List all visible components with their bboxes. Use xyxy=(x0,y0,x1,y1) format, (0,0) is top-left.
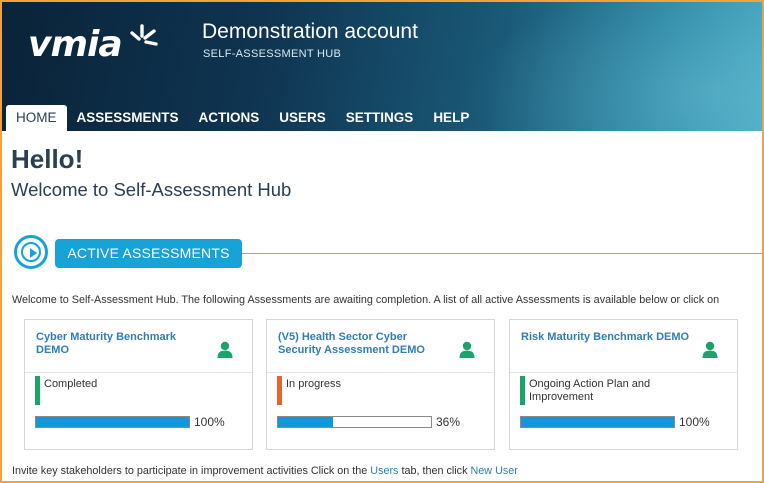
assessment-card: Risk Maturity Benchmark DEMO Ongoing Act… xyxy=(509,319,738,450)
assessment-card: (V5) Health Sector Cyber Security Assess… xyxy=(266,319,495,450)
assessment-title-link[interactable]: (V5) Health Sector Cyber Security Assess… xyxy=(278,331,448,357)
users-link[interactable]: Users xyxy=(370,465,398,477)
play-icon xyxy=(14,235,48,269)
user-icon[interactable] xyxy=(459,341,475,358)
logo-burst-icon xyxy=(130,24,158,46)
card-header: Cyber Maturity Benchmark DEMO xyxy=(25,320,252,373)
status-text: Ongoing Action Plan and Improvement xyxy=(529,378,651,403)
progress-bar xyxy=(35,416,190,428)
progress-percent: 36% xyxy=(436,415,461,429)
app-window: vmia Demonstration account SELF-ASSESSME… xyxy=(0,0,764,483)
tab-actions[interactable]: ACTIONS xyxy=(189,105,270,131)
greeting-heading: Hello! xyxy=(11,144,84,174)
assessment-title-link[interactable]: Cyber Maturity Benchmark DEMO xyxy=(36,331,206,357)
assessment-card: Cyber Maturity Benchmark DEMO Completed … xyxy=(24,319,253,450)
progress-percent: 100% xyxy=(679,415,710,429)
progress-bar xyxy=(520,416,675,428)
assessment-title-link[interactable]: Risk Maturity Benchmark DEMO xyxy=(521,331,691,344)
progress-percent: 100% xyxy=(194,415,225,429)
tab-help[interactable]: HELP xyxy=(423,105,479,131)
user-icon[interactable] xyxy=(217,341,233,358)
progress-fill xyxy=(36,417,189,427)
hub-subtitle: SELF-ASSESSMENT HUB xyxy=(203,48,342,60)
invite-hint-prefix: Invite key stakeholders to participate i… xyxy=(12,465,371,477)
new-user-link[interactable]: New User xyxy=(470,465,517,477)
progress-fill xyxy=(521,417,674,427)
active-assessments-heading: ACTIVE ASSESSMENTS xyxy=(55,239,242,268)
invite-hint-middle: tab, then click xyxy=(398,465,471,477)
status-text: Completed xyxy=(44,378,98,390)
section-divider xyxy=(242,253,762,254)
progress-fill xyxy=(278,417,334,427)
status-text: In progress xyxy=(286,378,342,390)
logo-text: vmia xyxy=(28,24,123,65)
progress-bar xyxy=(277,416,432,428)
user-icon[interactable] xyxy=(702,341,718,358)
vmia-logo[interactable]: vmia xyxy=(28,22,168,72)
status-indicator xyxy=(35,376,40,405)
tab-settings[interactable]: SETTINGS xyxy=(336,105,424,131)
account-name: Demonstration account xyxy=(202,20,418,43)
card-header: (V5) Health Sector Cyber Security Assess… xyxy=(267,320,494,373)
main-nav: HOME ASSESSMENTS ACTIONS USERS SETTINGS … xyxy=(6,105,479,131)
status-indicator xyxy=(277,376,282,405)
tab-home[interactable]: HOME xyxy=(6,105,67,131)
welcome-heading: Welcome to Self-Assessment Hub xyxy=(11,179,292,200)
tab-users[interactable]: USERS xyxy=(269,105,336,131)
card-header: Risk Maturity Benchmark DEMO xyxy=(510,320,737,373)
header-banner: vmia Demonstration account SELF-ASSESSME… xyxy=(2,2,762,131)
invite-hint: Invite key stakeholders to participate i… xyxy=(12,465,518,477)
tab-assessments[interactable]: ASSESSMENTS xyxy=(67,105,189,131)
intro-text: Welcome to Self-Assessment Hub. The foll… xyxy=(12,294,720,306)
status-indicator xyxy=(520,376,525,405)
